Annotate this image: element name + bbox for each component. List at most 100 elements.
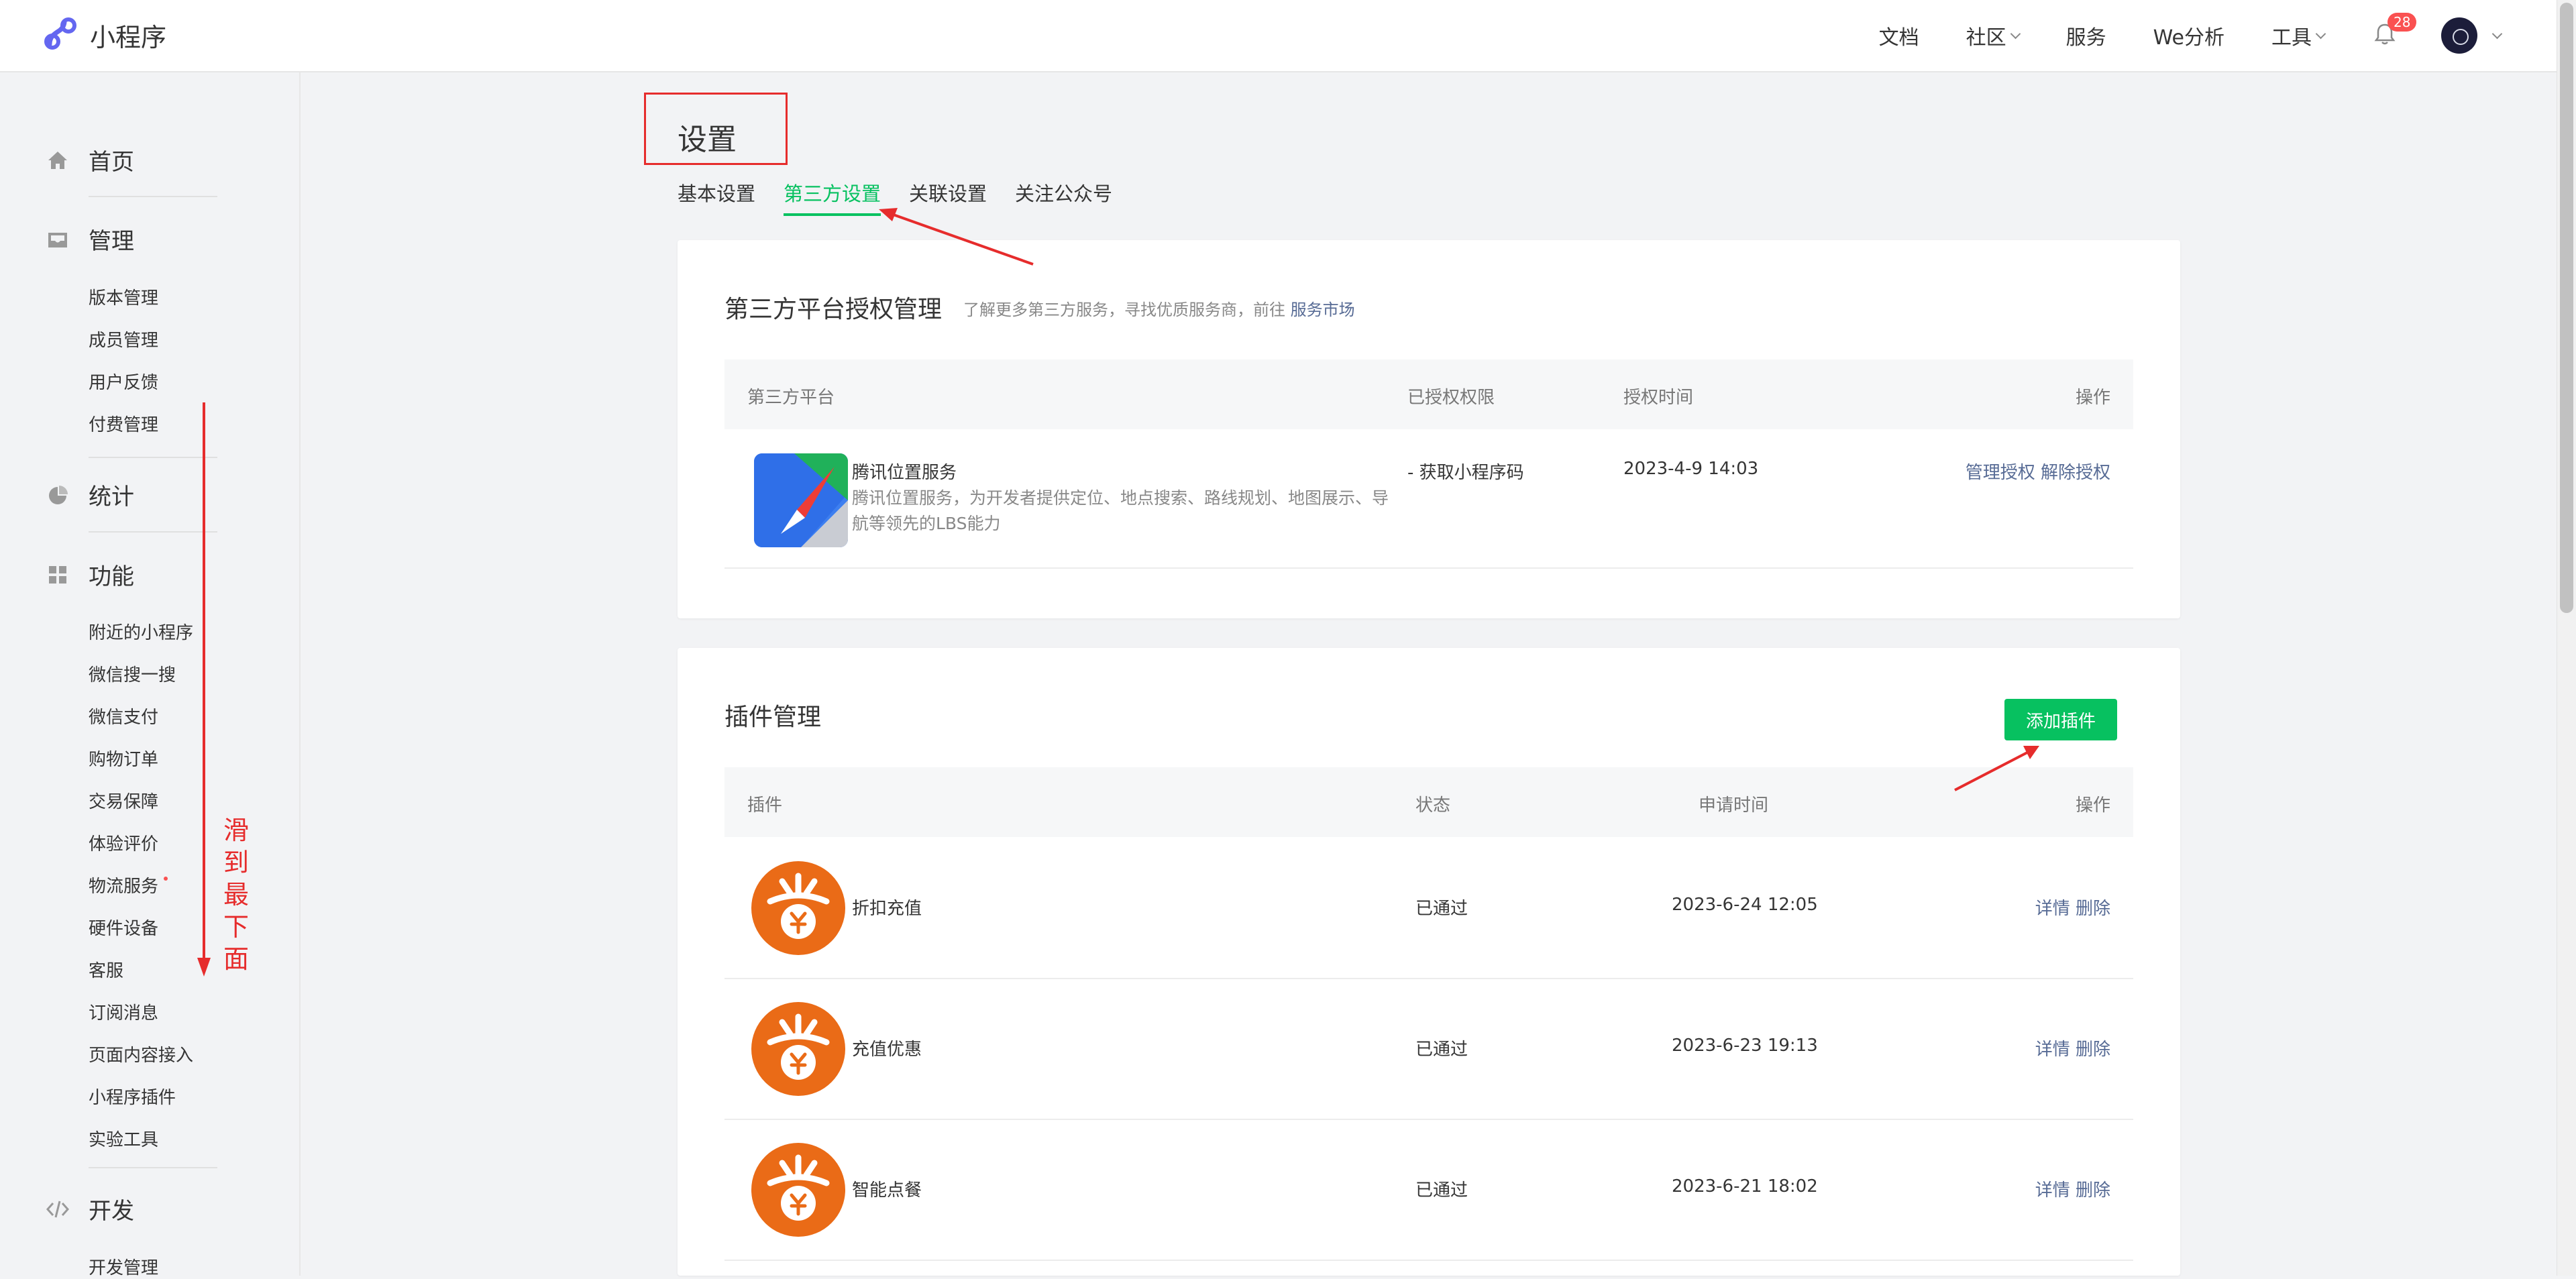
row-actions: 详情 删除 bbox=[2035, 1176, 2110, 1201]
app-name: 小程序 bbox=[90, 22, 167, 52]
nav-tools-label: 工具 bbox=[2271, 26, 2312, 50]
avatar[interactable] bbox=[2441, 17, 2477, 54]
nav-we-analytics[interactable]: We分析 bbox=[2153, 21, 2224, 50]
sidebar-item-feedback[interactable]: 用户反馈 bbox=[89, 369, 158, 394]
sidebar: 首页 管理 版本管理 成员管理 用户反馈 付费管理 统计 功能 附近的小程序 微… bbox=[0, 72, 301, 1279]
sidebar-item-page-content[interactable]: 页面内容接入 bbox=[89, 1042, 193, 1066]
row-actions: 管理授权 解除授权 bbox=[1966, 459, 2110, 484]
nav-docs[interactable]: 文档 bbox=[1879, 21, 1919, 50]
sidebar-item-experience[interactable]: 体验评价 bbox=[89, 830, 158, 855]
sidebar-group-label: 功能 bbox=[89, 563, 134, 590]
manage-auth-link[interactable]: 管理授权 bbox=[1966, 463, 2035, 483]
delete-link[interactable]: 删除 bbox=[2076, 1180, 2110, 1201]
sidebar-item-lab[interactable]: 实验工具 bbox=[89, 1126, 158, 1151]
sidebar-item-home[interactable]: 首页 bbox=[46, 144, 134, 176]
sidebar-item-search[interactable]: 微信搜一搜 bbox=[89, 661, 176, 686]
sidebar-item-members[interactable]: 成员管理 bbox=[89, 327, 158, 351]
divider bbox=[89, 196, 217, 197]
table-row: 折扣充值 已通过 2023-6-24 12:05 详情 删除 bbox=[724, 837, 2133, 979]
plugin-card: 插件管理 添加插件 插件 状态 申请时间 操作 折扣充值 已通过 2023-6-… bbox=[678, 648, 2180, 1276]
grid-icon bbox=[46, 563, 70, 587]
delete-link[interactable]: 删除 bbox=[2076, 1040, 2110, 1060]
sidebar-item-stats[interactable]: 统计 bbox=[46, 478, 134, 511]
sidebar-item-label: 物流服务 bbox=[89, 877, 159, 897]
table-row: 充值优惠 已通过 2023-6-23 19:13 详情 删除 bbox=[724, 978, 2133, 1120]
tab-follow-official[interactable]: 关注公众号 bbox=[1015, 178, 1112, 216]
sidebar-item-trade-guarantee[interactable]: 交易保障 bbox=[89, 788, 158, 813]
top-nav: 文档 社区 服务 We分析 工具 28 bbox=[1832, 0, 2503, 71]
plugin-name: 智能点餐 bbox=[852, 1180, 922, 1201]
nav-tools[interactable]: 工具 bbox=[2271, 21, 2326, 50]
top-header: 小程序 文档 社区 服务 We分析 工具 28 bbox=[0, 0, 2557, 72]
nav-community[interactable]: 社区 bbox=[1966, 21, 2021, 50]
delete-link[interactable]: 删除 bbox=[2076, 899, 2110, 919]
platform-desc: 腾讯位置服务，为开发者提供定位、地点搜索、路线规划、地图展示、导航等领先的LBS… bbox=[852, 488, 1389, 533]
annotation-box bbox=[644, 93, 788, 165]
sidebar-group-features[interactable]: 功能 bbox=[46, 558, 134, 591]
detail-link[interactable]: 详情 bbox=[2035, 1180, 2070, 1201]
sidebar-item-dev-manage[interactable]: 开发管理 bbox=[89, 1254, 158, 1279]
inbox-icon bbox=[46, 227, 70, 252]
column-header: 授权时间 bbox=[1623, 388, 1694, 408]
pie-chart-icon bbox=[46, 483, 70, 507]
nav-docs-label: 文档 bbox=[1878, 26, 1919, 50]
scrollbar-thumb[interactable] bbox=[2560, 3, 2573, 613]
home-icon bbox=[46, 148, 70, 172]
sidebar-item-customer-service[interactable]: 客服 bbox=[89, 957, 123, 982]
plugin-save-icon bbox=[751, 861, 845, 955]
row-actions: 详情 删除 bbox=[2035, 895, 2110, 920]
divider bbox=[89, 1167, 217, 1168]
logo[interactable]: 小程序 bbox=[43, 16, 166, 54]
tab-third-party[interactable]: 第三方设置 bbox=[784, 178, 881, 216]
scrollbar[interactable] bbox=[2557, 0, 2576, 1276]
annotation-char: 到 bbox=[223, 848, 249, 877]
chevron-down-icon bbox=[2010, 28, 2021, 39]
sidebar-item-wechat-pay[interactable]: 微信支付 bbox=[89, 704, 158, 728]
annotation-scroll-hint: 滑 到 最 下 面 bbox=[223, 814, 250, 975]
nav-community-label: 社区 bbox=[1966, 26, 2006, 50]
sidebar-item-logistics[interactable]: 物流服务 bbox=[89, 873, 168, 897]
sidebar-item-subscribe[interactable]: 订阅消息 bbox=[89, 999, 158, 1024]
nav-we-analytics-label: We分析 bbox=[2153, 26, 2224, 50]
map-pin-icon bbox=[754, 453, 848, 547]
plugin-time: 2023-6-23 19:13 bbox=[1672, 1036, 1818, 1056]
subtitle-text: 了解更多第三方服务，寻找优质服务商，前往 bbox=[963, 300, 1285, 319]
third-party-subtitle: 了解更多第三方服务，寻找优质服务商，前往 服务市场 bbox=[963, 296, 1355, 320]
tab-associate[interactable]: 关联设置 bbox=[909, 178, 987, 216]
logo-icon bbox=[43, 15, 80, 55]
sidebar-item-orders[interactable]: 购物订单 bbox=[89, 746, 158, 771]
sidebar-group-dev[interactable]: 开发 bbox=[46, 1192, 134, 1225]
column-header: 状态 bbox=[1415, 795, 1451, 816]
service-market-link[interactable]: 服务市场 bbox=[1291, 300, 1355, 319]
chevron-down-icon[interactable] bbox=[2491, 28, 2503, 39]
third-party-title: 第三方平台授权管理 bbox=[724, 296, 943, 323]
revoke-auth-link[interactable]: 解除授权 bbox=[2041, 463, 2110, 483]
notifications[interactable]: 28 bbox=[2371, 13, 2417, 50]
third-party-card: 第三方平台授权管理 了解更多第三方服务，寻找优质服务商，前往 服务市场 第三方平… bbox=[678, 240, 2180, 618]
permission: - 获取小程序码 bbox=[1407, 463, 1524, 483]
table-header: 第三方平台 已授权权限 授权时间 操作 bbox=[724, 359, 2133, 429]
sidebar-item-version[interactable]: 版本管理 bbox=[89, 284, 158, 309]
divider bbox=[89, 531, 217, 533]
tab-basic[interactable]: 基本设置 bbox=[678, 178, 755, 216]
column-header: 申请时间 bbox=[1699, 795, 1769, 816]
nav-services[interactable]: 服务 bbox=[2066, 21, 2106, 50]
sidebar-item-payment[interactable]: 付费管理 bbox=[89, 411, 158, 436]
plugin-name: 充值优惠 bbox=[852, 1040, 922, 1060]
detail-link[interactable]: 详情 bbox=[2035, 1040, 2070, 1060]
platform-name: 腾讯位置服务 bbox=[852, 463, 957, 483]
table-row: 智能点餐 已通过 2023-6-21 18:02 详情 删除 bbox=[724, 1119, 2133, 1261]
add-plugin-button[interactable]: 添加插件 bbox=[2004, 699, 2117, 740]
plugin-status: 已通过 bbox=[1415, 1040, 1468, 1060]
detail-link[interactable]: 详情 bbox=[2035, 899, 2070, 919]
plugin-time: 2023-6-21 18:02 bbox=[1672, 1176, 1818, 1197]
nav-services-label: 服务 bbox=[2065, 26, 2106, 50]
annotation-char: 下 bbox=[223, 912, 249, 942]
column-header: 操作 bbox=[2075, 795, 2110, 816]
divider bbox=[89, 457, 217, 458]
sidebar-item-plugins[interactable]: 小程序插件 bbox=[89, 1084, 176, 1109]
sidebar-item-nearby[interactable]: 附近的小程序 bbox=[89, 619, 193, 644]
annotation-char: 面 bbox=[223, 944, 249, 974]
sidebar-item-hardware[interactable]: 硬件设备 bbox=[89, 915, 158, 940]
sidebar-group-manage[interactable]: 管理 bbox=[46, 223, 134, 256]
